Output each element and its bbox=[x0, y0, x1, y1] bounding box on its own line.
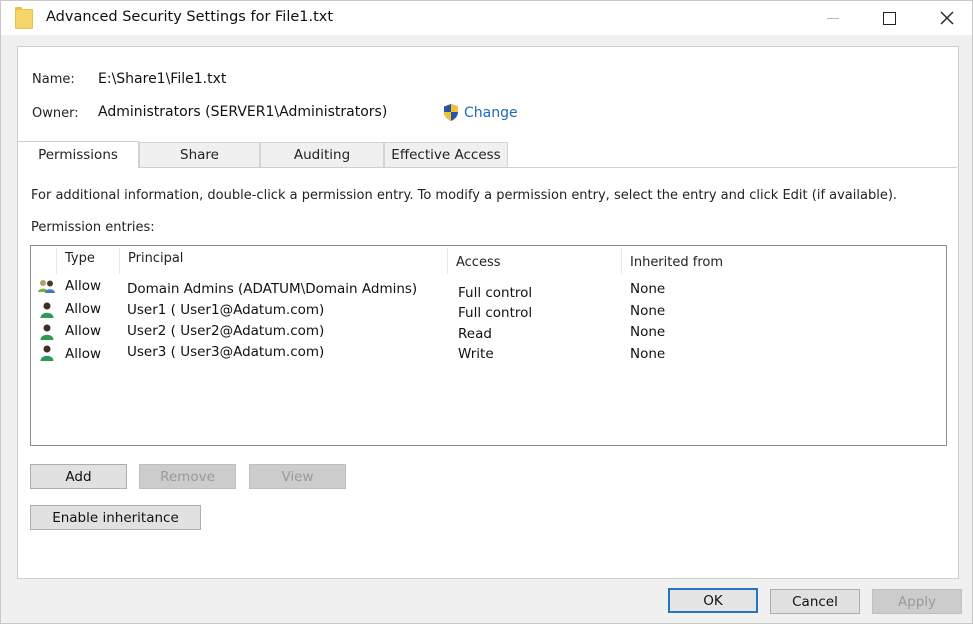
cancel-button[interactable]: Cancel bbox=[770, 589, 860, 614]
entry-principal: User3 ( User3@Adatum.com) bbox=[127, 344, 325, 360]
tab-strip: Permissions Share Auditing Effective Acc… bbox=[17, 141, 957, 168]
entry-principal: Domain Admins (ADATUM\Domain Admins) bbox=[127, 281, 418, 297]
owner-value: Administrators (SERVER1\Administrators) bbox=[98, 104, 388, 120]
column-separator bbox=[56, 248, 57, 274]
column-header-type[interactable]: Type bbox=[65, 251, 95, 266]
entry-type: Allow bbox=[65, 346, 102, 362]
name-label: Name: bbox=[32, 72, 75, 87]
title-bar: Advanced Security Settings for File1.txt bbox=[1, 1, 972, 35]
tab-effective-access-label: Effective Access bbox=[391, 147, 501, 163]
permission-entry-row[interactable]: Allow User1 ( User1@Adatum.com) Full con… bbox=[31, 300, 946, 322]
tab-share[interactable]: Share bbox=[139, 142, 260, 167]
entry-principal: User1 ( User1@Adatum.com) bbox=[127, 302, 325, 318]
view-button[interactable]: View bbox=[249, 464, 346, 489]
column-separator bbox=[119, 248, 120, 274]
group-icon bbox=[38, 280, 55, 293]
entry-inherited-from: None bbox=[630, 346, 666, 362]
column-header-inherited-from[interactable]: Inherited from bbox=[630, 255, 723, 270]
ok-button[interactable]: OK bbox=[668, 588, 758, 613]
maximize-icon bbox=[882, 11, 896, 25]
entry-principal: User2 ( User2@Adatum.com) bbox=[127, 323, 325, 339]
add-button[interactable]: Add bbox=[30, 464, 127, 489]
permission-info-text: For additional information, double-click… bbox=[31, 188, 898, 203]
maximize-button[interactable] bbox=[866, 1, 912, 35]
user-icon bbox=[40, 324, 54, 340]
tab-permissions-label: Permissions bbox=[38, 147, 118, 163]
folder-icon bbox=[15, 7, 33, 29]
entry-access: Full control bbox=[458, 305, 533, 321]
apply-button[interactable]: Apply bbox=[872, 589, 962, 614]
owner-label: Owner: bbox=[32, 106, 79, 121]
remove-button[interactable]: Remove bbox=[139, 464, 236, 489]
advanced-security-settings-window: Advanced Security Settings for File1.txt… bbox=[0, 0, 973, 624]
column-separator bbox=[447, 248, 448, 274]
entry-type: Allow bbox=[65, 301, 102, 317]
column-separator bbox=[621, 248, 622, 274]
change-link-text: Change bbox=[464, 104, 518, 121]
close-button[interactable] bbox=[924, 1, 970, 35]
entry-type: Allow bbox=[65, 323, 102, 339]
close-icon bbox=[940, 11, 954, 25]
permission-entry-row[interactable]: Allow Domain Admins (ADATUM\Domain Admin… bbox=[31, 277, 946, 301]
entry-inherited-from: None bbox=[630, 303, 666, 319]
change-owner-link[interactable]: Change bbox=[442, 103, 518, 122]
minimize-icon bbox=[827, 17, 839, 19]
tab-auditing-label: Auditing bbox=[293, 147, 351, 163]
tab-auditing[interactable]: Auditing bbox=[260, 142, 384, 167]
entry-inherited-from: None bbox=[630, 324, 666, 340]
user-icon bbox=[40, 345, 54, 361]
enable-inheritance-button[interactable]: Enable inheritance bbox=[30, 505, 201, 530]
entry-access: Write bbox=[458, 346, 494, 362]
entry-inherited-from: None bbox=[630, 281, 666, 297]
permission-entries-list[interactable]: Type Principal Access Inherited from All… bbox=[30, 245, 947, 446]
tab-permissions[interactable]: Permissions bbox=[17, 141, 139, 168]
permission-entry-row[interactable]: Allow User2 ( User2@Adatum.com) Read Non… bbox=[31, 322, 946, 344]
minimize-button[interactable] bbox=[810, 1, 856, 35]
tab-share-label: Share bbox=[180, 147, 219, 163]
permission-entry-row[interactable]: Allow User3 ( User3@Adatum.com) Write No… bbox=[31, 343, 946, 365]
uac-shield-icon bbox=[444, 104, 458, 121]
entry-access: Full control bbox=[458, 285, 533, 301]
window-title: Advanced Security Settings for File1.txt bbox=[46, 9, 334, 25]
permission-entries-label: Permission entries: bbox=[31, 220, 155, 235]
list-header: Type Principal Access Inherited from bbox=[31, 246, 946, 276]
column-header-access[interactable]: Access bbox=[456, 255, 501, 270]
entry-access: Read bbox=[458, 326, 492, 342]
tab-effective-access[interactable]: Effective Access bbox=[384, 142, 508, 167]
user-icon bbox=[40, 302, 54, 318]
entry-type: Allow bbox=[65, 278, 102, 294]
name-value: E:\Share1\File1.txt bbox=[98, 71, 227, 87]
column-header-principal[interactable]: Principal bbox=[128, 251, 183, 266]
